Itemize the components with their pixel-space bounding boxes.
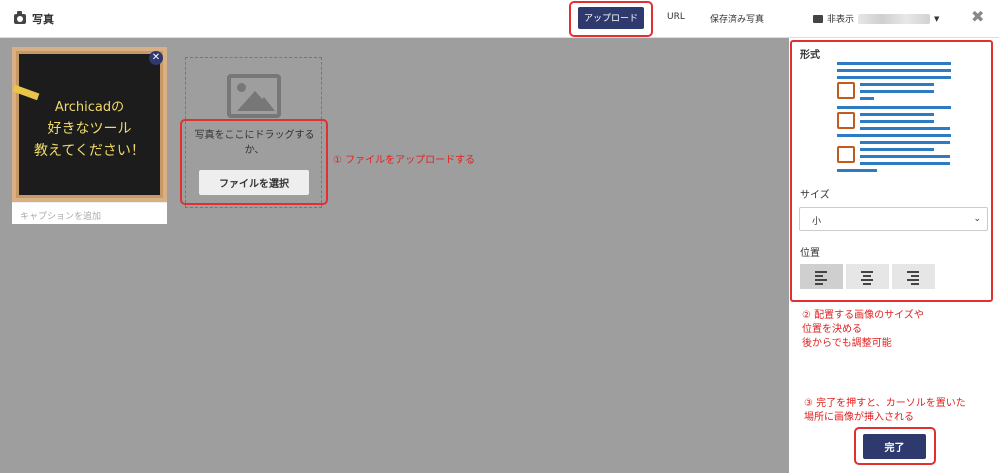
chalkboard-image: Archicadの 好きなツール 教えてください！ (12, 51, 163, 198)
annotation-2-line-2: 位置を決める (802, 324, 862, 335)
camera-icon (14, 11, 26, 24)
annotation-2-line-3: 後からでも調整可能 (802, 338, 892, 349)
size-select[interactable]: 小 ⌄ (799, 207, 988, 231)
tab-url[interactable]: URL (667, 12, 685, 22)
dialog-header: 写真 アップロード URL 保存済み写真 非表示 ▼ ✖ (0, 0, 999, 38)
visibility-dropdown[interactable]: 非表示 ▼ (813, 12, 939, 25)
visibility-label: 非表示 (827, 15, 855, 25)
annotation-3: ③ 完了を押すと、カーソルを置いた 場所に画像が挿入される (804, 397, 966, 425)
folder-icon (813, 14, 823, 23)
dialog-title-text: 写真 (32, 13, 54, 26)
caption-input[interactable]: キャプションを追加 (12, 202, 167, 224)
annotation-2-line-1: ② 配置する画像のサイズや (802, 310, 924, 321)
format-layout-preview[interactable] (834, 62, 954, 180)
position-label: 位置 (800, 248, 820, 259)
chalk-line-1: Archicadの (54, 100, 125, 115)
uploaded-image-card: Archicadの 好きなツール 教えてください！ ✕ キャプションを追加 (12, 47, 167, 224)
size-label: サイズ (800, 190, 830, 201)
annotation-3-line-1: ③ 完了を押すと、カーソルを置いた (804, 398, 966, 409)
chalk-line-2: 好きなツール (47, 121, 132, 137)
chevron-down-icon: ⌄ (973, 214, 981, 224)
annotation-1: ① ファイルをアップロードする (333, 155, 476, 166)
format-label: 形式 (800, 50, 820, 61)
dialog-title: 写真 (14, 11, 54, 27)
align-center-button[interactable] (846, 264, 889, 289)
align-right-button[interactable] (892, 264, 935, 289)
redacted-text (858, 13, 931, 24)
done-button[interactable]: 完了 (863, 434, 926, 459)
size-select-value: 小 (812, 217, 822, 227)
caret-down-icon: ▼ (934, 14, 940, 23)
image-placeholder-icon (227, 74, 281, 118)
upload-highlight (569, 1, 653, 37)
close-icon[interactable]: ✖ (971, 9, 984, 25)
tab-saved-photos[interactable]: 保存済み写真 (710, 12, 764, 25)
align-left-button[interactable] (800, 264, 843, 289)
dropzone-highlight (180, 119, 328, 205)
uploaded-image-thumbnail[interactable]: Archicadの 好きなツール 教えてください！ ✕ (12, 47, 167, 202)
remove-image-icon[interactable]: ✕ (149, 51, 163, 65)
annotation-3-line-2: 場所に画像が挿入される (804, 412, 914, 423)
annotation-2: ② 配置する画像のサイズや 位置を決める 後からでも調整可能 (802, 309, 924, 351)
chalk-line-3: 教えてください！ (34, 143, 145, 159)
